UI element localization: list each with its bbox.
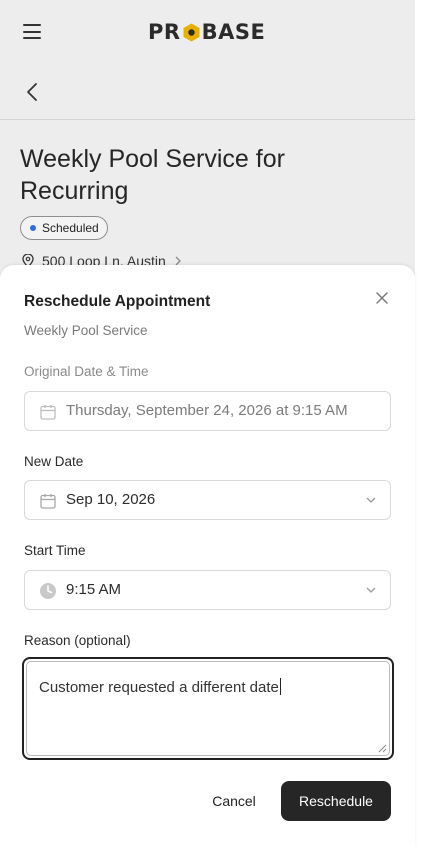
cancel-button[interactable]: Cancel	[203, 781, 265, 821]
calendar-icon	[40, 494, 56, 509]
reschedule-modal: Reschedule Appointment Weekly Pool Servi…	[0, 265, 415, 845]
new-date-value: Sep 10, 2026	[66, 491, 156, 508]
scrollbar-track[interactable]	[415, 0, 430, 845]
reason-textarea[interactable]: Customer requested a different date	[22, 657, 394, 760]
probase-logo[interactable]: PR BASE	[148, 20, 265, 44]
logo-text-right: BASE	[201, 20, 266, 44]
status-badge: Scheduled	[20, 216, 108, 240]
original-date-label: Original Date & Time	[24, 364, 149, 379]
original-date-field: Thursday, September 24, 2026 at 9:15 AM	[24, 391, 391, 431]
reschedule-button[interactable]: Reschedule	[281, 781, 391, 821]
chevron-down-icon	[366, 587, 376, 593]
top-bar: PR BASE	[0, 0, 415, 62]
modal-title: Reschedule Appointment	[24, 293, 211, 310]
menu-icon[interactable]	[23, 24, 41, 39]
start-time-value: 9:15 AM	[66, 581, 122, 598]
chevron-left-icon[interactable]	[24, 82, 40, 102]
clock-icon	[40, 583, 56, 599]
text-caret	[279, 678, 281, 695]
original-date-value: Thursday, September 24, 2026 at 9:15 AM	[66, 402, 348, 419]
new-date-select[interactable]: Sep 10, 2026	[24, 480, 391, 520]
logo-text-left: PR	[148, 20, 181, 44]
reason-text: Customer requested a different date	[39, 678, 281, 696]
reason-textarea-inner: Customer requested a different date	[26, 661, 390, 756]
new-date-label: New Date	[24, 454, 84, 469]
resize-handle-icon[interactable]	[378, 744, 387, 753]
modal-subtitle: Weekly Pool Service	[24, 323, 148, 338]
start-time-label: Start Time	[24, 543, 86, 558]
chevron-down-icon	[366, 497, 376, 503]
back-bar	[0, 62, 415, 120]
logo-hex-icon	[183, 23, 200, 42]
close-icon[interactable]	[375, 291, 389, 305]
page-title: Weekly Pool Service for Recurring	[20, 145, 285, 205]
start-time-select[interactable]: 9:15 AM	[24, 570, 391, 610]
reason-value: Customer requested a different date	[39, 679, 279, 696]
reason-label: Reason (optional)	[24, 633, 131, 648]
calendar-icon	[40, 405, 56, 420]
